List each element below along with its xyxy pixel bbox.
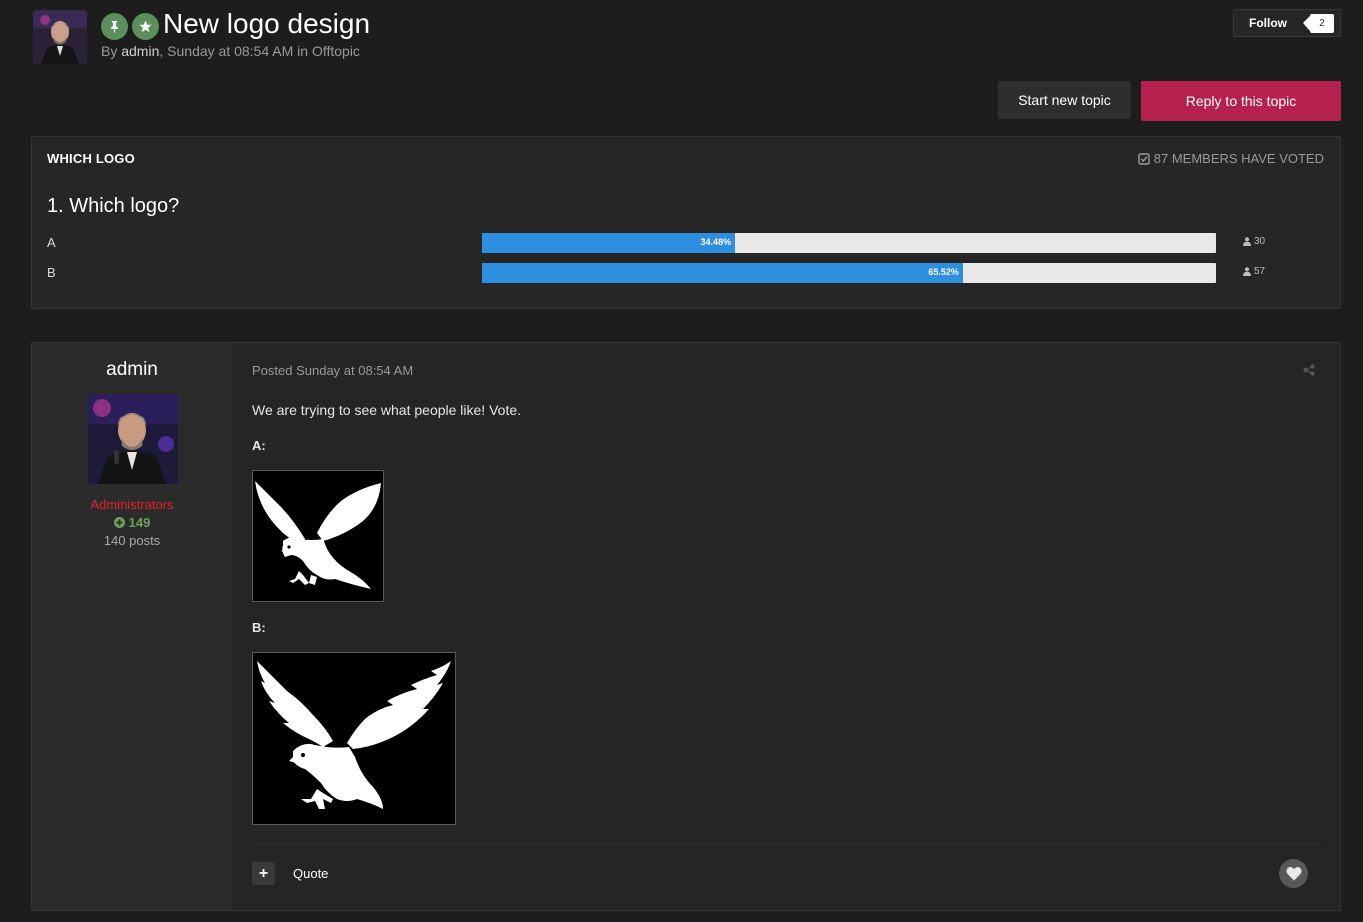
follow-count: 2 [1303,14,1334,33]
poll-option-label: A [47,235,56,250]
category-link[interactable]: Offtopic [312,43,360,59]
reputation: 149 [32,515,232,530]
pin-icon [111,21,118,33]
follow-label: Follow [1249,16,1287,30]
reputation-value: 149 [128,515,151,530]
check-square-icon [1138,152,1150,165]
quote-button[interactable]: Quote [293,866,328,881]
star-icon [139,20,152,32]
logo-b-label: B: [252,620,266,635]
poll-option-row: B 65.52% 57 [47,263,1317,283]
post-author-name[interactable]: admin [32,359,232,381]
poll-option-label: B [47,265,56,280]
author-link[interactable]: admin [121,43,159,59]
start-new-topic-button[interactable]: Start new topic [998,81,1131,119]
byline-in: in [297,43,309,59]
poll-votes-count: 30 [1254,236,1266,247]
like-button[interactable] [1279,859,1308,888]
user-icon [1243,267,1251,276]
member-group: Administrators [90,497,174,512]
featured-badge [132,13,159,40]
post-divider [252,843,1322,844]
follow-button[interactable]: Follow 2 [1233,9,1341,37]
logo-a-label: A: [252,438,266,453]
logo-b-image[interactable] [252,652,456,825]
share-icon[interactable] [1303,364,1315,376]
pinned-badge [101,13,128,40]
poll-bar-track: 34.48% [482,233,1216,253]
post-card: admin Administrators 149 140 posts Poste… [31,342,1341,911]
byline-separator: , [159,43,164,59]
poll-voted-text: 87 MEMBERS HAVE VOTED [1153,151,1324,166]
poll-percent: 34.48% [700,237,732,247]
poll-votes: 30 [1243,236,1265,247]
plus-circle-icon [113,517,125,528]
heart-icon [1285,866,1302,881]
poll-title: WHICH LOGO [47,151,135,166]
reply-to-topic-button[interactable]: Reply to this topic [1141,81,1341,121]
poll-bar-track: 65.52% [482,263,1216,283]
user-icon [1243,237,1251,246]
post-date[interactable]: Posted Sunday at 08:54 AM [252,363,413,378]
post-content: Posted Sunday at 08:54 AM We are trying … [252,343,1322,910]
poll-bar-fill: 65.52% [482,263,963,283]
post-count: 140 posts [103,533,161,548]
topic-title: New logo design [163,8,371,39]
poll-question: 1. Which logo? [47,195,180,217]
post-message: We are trying to see what people like! V… [252,402,522,418]
topic-date: Sunday at 08:54 AM [167,43,294,59]
post-author-panel: admin Administrators 149 140 posts [32,343,232,910]
poll-bar-fill: 34.48% [482,233,736,253]
poll-option-row: A 34.48% 30 [47,233,1317,253]
logo-a-image[interactable] [252,470,384,602]
poll-votes: 57 [1243,266,1265,277]
poll-box: WHICH LOGO 87 MEMBERS HAVE VOTED 1. Whic… [31,136,1341,309]
byline-prefix: By [101,43,118,59]
post-author-avatar[interactable] [88,394,178,484]
multiquote-button[interactable]: + [252,862,275,885]
topic-byline: By admin, Sunday at 08:54 AM in Offtopic [101,43,360,59]
poll-voted-count: 87 MEMBERS HAVE VOTED [1138,151,1324,166]
poll-percent: 65.52% [928,267,959,277]
topic-author-avatar[interactable] [33,10,87,64]
poll-votes-count: 57 [1254,266,1266,277]
